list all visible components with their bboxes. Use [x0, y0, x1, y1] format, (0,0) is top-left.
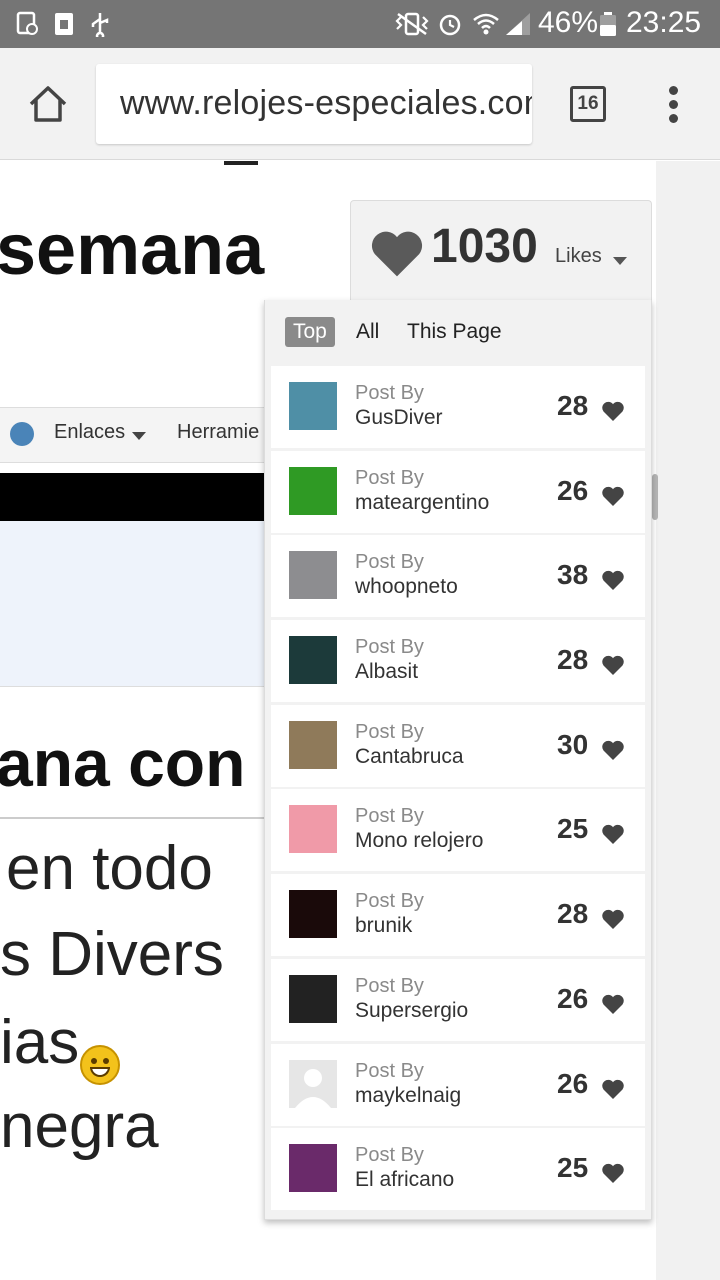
battery-icon: [600, 12, 616, 36]
globe-icon: [10, 422, 34, 446]
list-item[interactable]: Post By maykelnaig 26: [271, 1043, 645, 1126]
likes-dropdown: Top All This Page Post By GusDiver 28 Post …: [264, 300, 652, 1220]
page-scrollbar[interactable]: [652, 474, 658, 520]
post-like-count: 28: [557, 898, 589, 930]
sim-icon: [55, 13, 73, 35]
page-blue-panel: [0, 521, 300, 687]
page-decoration: [224, 161, 258, 165]
post-by-label: Post By: [355, 551, 424, 574]
liked-posts-list: Post By GusDiver 28 Post By mateargentino 26 P…: [271, 366, 647, 1213]
list-item[interactable]: Post By mateargentino 26: [271, 450, 645, 533]
list-item[interactable]: Post By whoopneto 38: [271, 535, 645, 618]
alarm-icon: [439, 14, 461, 36]
page-black-bar: [0, 473, 300, 521]
post-author-link[interactable]: brunik: [355, 914, 412, 938]
post-by-label: Post By: [355, 382, 424, 404]
post-by-label: Post By: [355, 720, 424, 743]
post-by-label: Post By: [355, 636, 424, 659]
likes-total: 1030: [431, 220, 538, 273]
list-item[interactable]: Post By GusDiver 28: [271, 366, 645, 448]
signal-icon: [506, 13, 530, 35]
post-text-line: ias: [0, 1008, 80, 1077]
avatar[interactable]: [289, 551, 337, 600]
nav-item-enlaces[interactable]: Enlaces: [54, 421, 125, 444]
avatar[interactable]: [289, 720, 337, 769]
avatar[interactable]: [289, 466, 337, 515]
avatar[interactable]: [289, 382, 337, 430]
post-by-label: Post By: [355, 466, 424, 489]
grin-emoji-icon: [80, 1045, 120, 1085]
post-author-link[interactable]: Mono relojero: [355, 829, 483, 853]
post-author-link[interactable]: GusDiver: [355, 406, 443, 430]
chevron-down-icon: [613, 257, 627, 265]
post-like-count: 38: [557, 559, 589, 591]
list-item[interactable]: Post By El africano 25: [271, 1128, 645, 1211]
post-author-link[interactable]: whoopneto: [355, 575, 458, 599]
avatar[interactable]: [289, 805, 337, 854]
post-like-count: 26: [557, 982, 589, 1014]
post-author-link[interactable]: Albasit: [355, 660, 418, 684]
post-author-link[interactable]: mateargentino: [355, 491, 489, 515]
usb-icon: [91, 13, 109, 37]
avatar[interactable]: [289, 1059, 337, 1108]
post-text-line: s Divers: [0, 920, 224, 989]
status-bar: 46% 23:25: [0, 0, 720, 48]
screenshot-icon: [16, 11, 38, 35]
likes-label: Likes: [555, 245, 602, 267]
page-right-gutter: [656, 161, 720, 1280]
list-item[interactable]: Post By Mono relojero 25: [271, 789, 645, 872]
battery-level: 46%: [538, 6, 599, 39]
post-text-line: en todo: [6, 834, 213, 903]
post-author-link[interactable]: El africano: [355, 1168, 454, 1192]
tabs-icon[interactable]: 16: [570, 86, 606, 122]
list-item[interactable]: Post By Cantabruca 30: [271, 704, 645, 787]
likes-button[interactable]: 1030 Likes: [350, 200, 652, 304]
post-like-count: 28: [557, 644, 589, 676]
heart-icon: [371, 231, 423, 277]
list-item[interactable]: Post By brunik 28: [271, 874, 645, 957]
wifi-icon: [473, 13, 499, 35]
post-by-label: Post By: [355, 805, 424, 828]
post-by-label: Post By: [355, 974, 424, 997]
tab-top[interactable]: Top: [285, 317, 335, 347]
post-author-link[interactable]: Supersergio: [355, 999, 468, 1023]
address-bar[interactable]: www.relojes-especiales.com: [96, 64, 532, 144]
avatar[interactable]: [289, 890, 337, 939]
post-by-label: Post By: [355, 890, 424, 913]
post-like-count: 26: [557, 1067, 589, 1099]
chevron-down-icon: [132, 432, 146, 440]
post-like-count: 30: [557, 728, 589, 760]
browser-toolbar: www.relojes-especiales.com 16: [0, 48, 720, 160]
nav-item-herramientas[interactable]: Herramie: [177, 421, 259, 444]
post-author-link[interactable]: maykelnaig: [355, 1084, 461, 1108]
site-nav: Enlaces Herramie: [0, 407, 300, 463]
tab-all[interactable]: All: [356, 317, 379, 347]
post-author-link[interactable]: Cantabruca: [355, 745, 464, 769]
clock: 23:25: [626, 6, 702, 39]
overflow-menu-icon[interactable]: [663, 86, 685, 124]
post-by-label: Post By: [355, 1144, 424, 1167]
divider: [0, 817, 300, 819]
list-item[interactable]: Post By Albasit 28: [271, 620, 645, 703]
post-title: ana con t: [0, 726, 286, 800]
post-by-label: Post By: [355, 1059, 424, 1082]
list-item[interactable]: Post By Supersergio 26: [271, 958, 645, 1041]
post-like-count: 26: [557, 474, 589, 506]
tab-this-page[interactable]: This Page: [407, 317, 502, 347]
post-like-count: 25: [557, 1152, 589, 1184]
avatar[interactable]: [289, 1144, 337, 1193]
home-icon[interactable]: [26, 82, 70, 126]
url-text[interactable]: www.relojes-especiales.com: [120, 84, 532, 123]
avatar[interactable]: [289, 974, 337, 1023]
avatar[interactable]: [289, 636, 337, 685]
page-headline: semana: [0, 210, 265, 290]
post-like-count: 28: [557, 390, 589, 421]
vibrate-icon: [395, 12, 429, 36]
post-text-line: negra: [0, 1092, 159, 1161]
post-like-count: 25: [557, 813, 589, 845]
